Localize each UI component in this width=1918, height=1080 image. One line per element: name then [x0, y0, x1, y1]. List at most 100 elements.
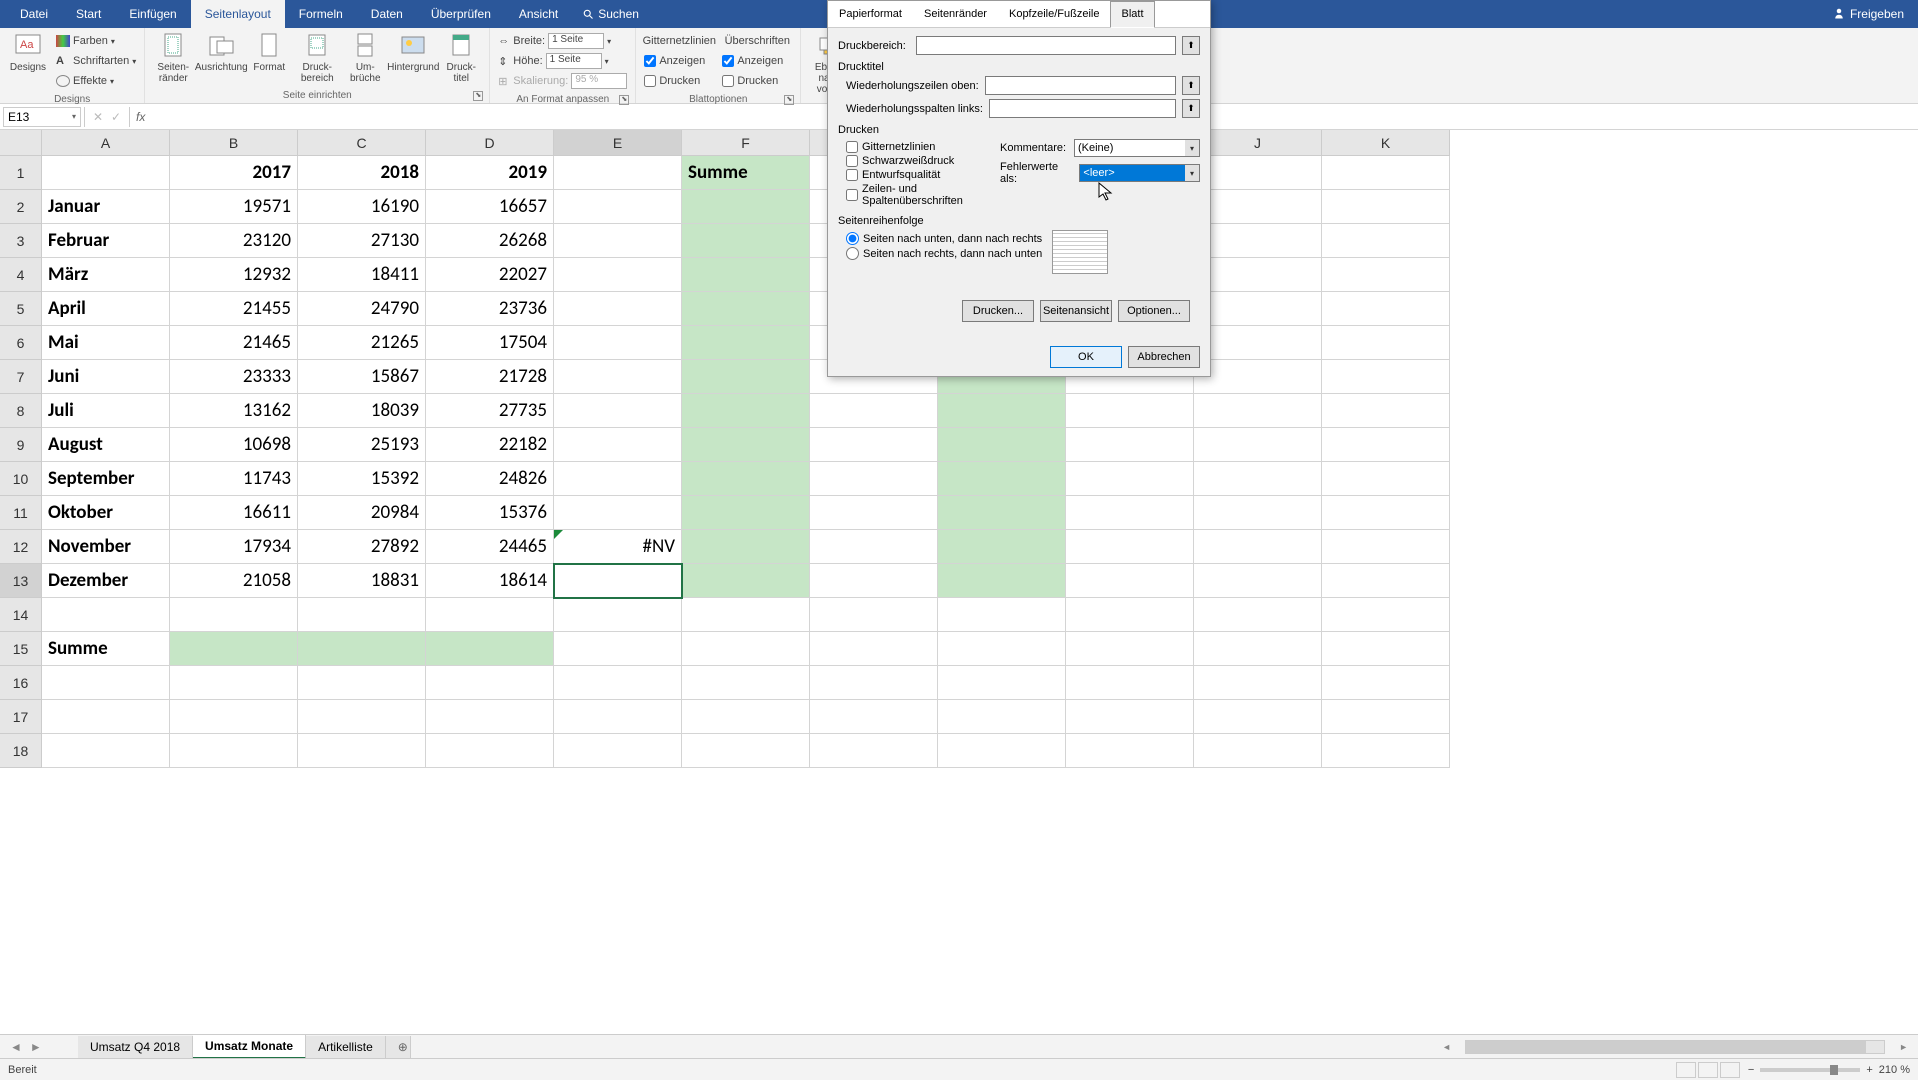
cell-E16[interactable] — [554, 666, 682, 700]
headings-checkbox[interactable] — [846, 189, 858, 201]
cell-J14[interactable] — [1194, 598, 1322, 632]
cell-B8[interactable]: 13162 — [170, 394, 298, 428]
order-over-radio[interactable] — [846, 247, 859, 260]
rows-repeat-range-button[interactable]: ⬆ — [1182, 76, 1200, 95]
row-header-8[interactable]: 8 — [0, 394, 42, 428]
cell-H16[interactable] — [938, 666, 1066, 700]
cell-B1[interactable]: 2017 — [170, 156, 298, 190]
tab-einfuegen[interactable]: Einfügen — [115, 0, 190, 28]
col-header-C[interactable]: C — [298, 130, 426, 156]
col-header-E[interactable]: E — [554, 130, 682, 156]
nav-next-icon[interactable]: ► — [30, 1040, 42, 1054]
tab-datei[interactable]: Datei — [6, 0, 62, 28]
cell-K15[interactable] — [1322, 632, 1450, 666]
cell-A7[interactable]: Juni — [42, 360, 170, 394]
themes-button[interactable]: Aa Designs — [6, 30, 50, 75]
cell-C10[interactable]: 15392 — [298, 462, 426, 496]
cell-D5[interactable]: 23736 — [426, 292, 554, 326]
cell-D16[interactable] — [426, 666, 554, 700]
tab-ansicht[interactable]: Ansicht — [505, 0, 572, 28]
order-down-radio[interactable] — [846, 232, 859, 245]
row-header-5[interactable]: 5 — [0, 292, 42, 326]
cell-B13[interactable]: 21058 — [170, 564, 298, 598]
row-header-13[interactable]: 13 — [0, 564, 42, 598]
zoom-thumb[interactable] — [1830, 1065, 1838, 1075]
col-header-F[interactable]: F — [682, 130, 810, 156]
cell-K1[interactable] — [1322, 156, 1450, 190]
cell-A10[interactable]: September — [42, 462, 170, 496]
cell-F8[interactable] — [682, 394, 810, 428]
cell-J16[interactable] — [1194, 666, 1322, 700]
headings-view-checkbox[interactable] — [722, 55, 734, 67]
cell-G16[interactable] — [810, 666, 938, 700]
cell-K17[interactable] — [1322, 700, 1450, 734]
row-header-14[interactable]: 14 — [0, 598, 42, 632]
colors-button[interactable]: Farben▾ — [56, 32, 136, 50]
cell-I18[interactable] — [1066, 734, 1194, 768]
row-header-7[interactable]: 7 — [0, 360, 42, 394]
headings-print-checkbox[interactable] — [722, 75, 734, 87]
cell-D11[interactable]: 15376 — [426, 496, 554, 530]
cell-K16[interactable] — [1322, 666, 1450, 700]
cell-G12[interactable] — [810, 530, 938, 564]
gridlines-print-checkbox[interactable] — [644, 75, 656, 87]
cell-B3[interactable]: 23120 — [170, 224, 298, 258]
cell-H17[interactable] — [938, 700, 1066, 734]
dialog-tab-kopfzeile[interactable]: Kopfzeile/Fußzeile — [998, 1, 1111, 27]
cell-B5[interactable]: 21455 — [170, 292, 298, 326]
cell-F6[interactable] — [682, 326, 810, 360]
cell-G17[interactable] — [810, 700, 938, 734]
row-header-2[interactable]: 2 — [0, 190, 42, 224]
cell-A1[interactable] — [42, 156, 170, 190]
cell-J13[interactable] — [1194, 564, 1322, 598]
row-header-16[interactable]: 16 — [0, 666, 42, 700]
cell-C11[interactable]: 20984 — [298, 496, 426, 530]
cell-I8[interactable] — [1066, 394, 1194, 428]
cell-H8[interactable] — [938, 394, 1066, 428]
cell-D4[interactable]: 22027 — [426, 258, 554, 292]
cell-B16[interactable] — [170, 666, 298, 700]
cell-A4[interactable]: März — [42, 258, 170, 292]
gridlines-view-checkbox[interactable] — [644, 55, 656, 67]
cell-F11[interactable] — [682, 496, 810, 530]
cell-F10[interactable] — [682, 462, 810, 496]
cell-J7[interactable] — [1194, 360, 1322, 394]
cell-A14[interactable] — [42, 598, 170, 632]
select-all-corner[interactable] — [0, 130, 42, 156]
cell-J9[interactable] — [1194, 428, 1322, 462]
col-header-D[interactable]: D — [426, 130, 554, 156]
error-indicator-icon[interactable] — [554, 530, 563, 539]
cell-H18[interactable] — [938, 734, 1066, 768]
cell-E14[interactable] — [554, 598, 682, 632]
errors-dropdown[interactable]: <leer>▾ — [1079, 164, 1200, 182]
cell-B14[interactable] — [170, 598, 298, 632]
cell-A13[interactable]: Dezember — [42, 564, 170, 598]
cell-G11[interactable] — [810, 496, 938, 530]
tab-seitenlayout[interactable]: Seitenlayout — [191, 0, 285, 28]
hscroll-thumb[interactable] — [1466, 1041, 1866, 1053]
col-header-K[interactable]: K — [1322, 130, 1450, 156]
cell-G13[interactable] — [810, 564, 938, 598]
cell-H12[interactable] — [938, 530, 1066, 564]
width-input[interactable]: 1 Seite — [548, 33, 604, 49]
row-header-6[interactable]: 6 — [0, 326, 42, 360]
cell-B2[interactable]: 19571 — [170, 190, 298, 224]
cell-H13[interactable] — [938, 564, 1066, 598]
cell-F16[interactable] — [682, 666, 810, 700]
cell-E18[interactable] — [554, 734, 682, 768]
cell-K6[interactable] — [1322, 326, 1450, 360]
row-header-18[interactable]: 18 — [0, 734, 42, 768]
cell-A3[interactable]: Februar — [42, 224, 170, 258]
cell-I9[interactable] — [1066, 428, 1194, 462]
cell-D8[interactable]: 27735 — [426, 394, 554, 428]
cell-E9[interactable] — [554, 428, 682, 462]
col-header-J[interactable]: J — [1194, 130, 1322, 156]
cell-G9[interactable] — [810, 428, 938, 462]
name-box[interactable]: E13▾ — [3, 107, 81, 127]
cell-H14[interactable] — [938, 598, 1066, 632]
cell-K3[interactable] — [1322, 224, 1450, 258]
cell-G15[interactable] — [810, 632, 938, 666]
effects-button[interactable]: Effekte▾ — [56, 72, 136, 90]
cell-K13[interactable] — [1322, 564, 1450, 598]
cancel-formula-icon[interactable]: ✕ — [89, 110, 107, 124]
